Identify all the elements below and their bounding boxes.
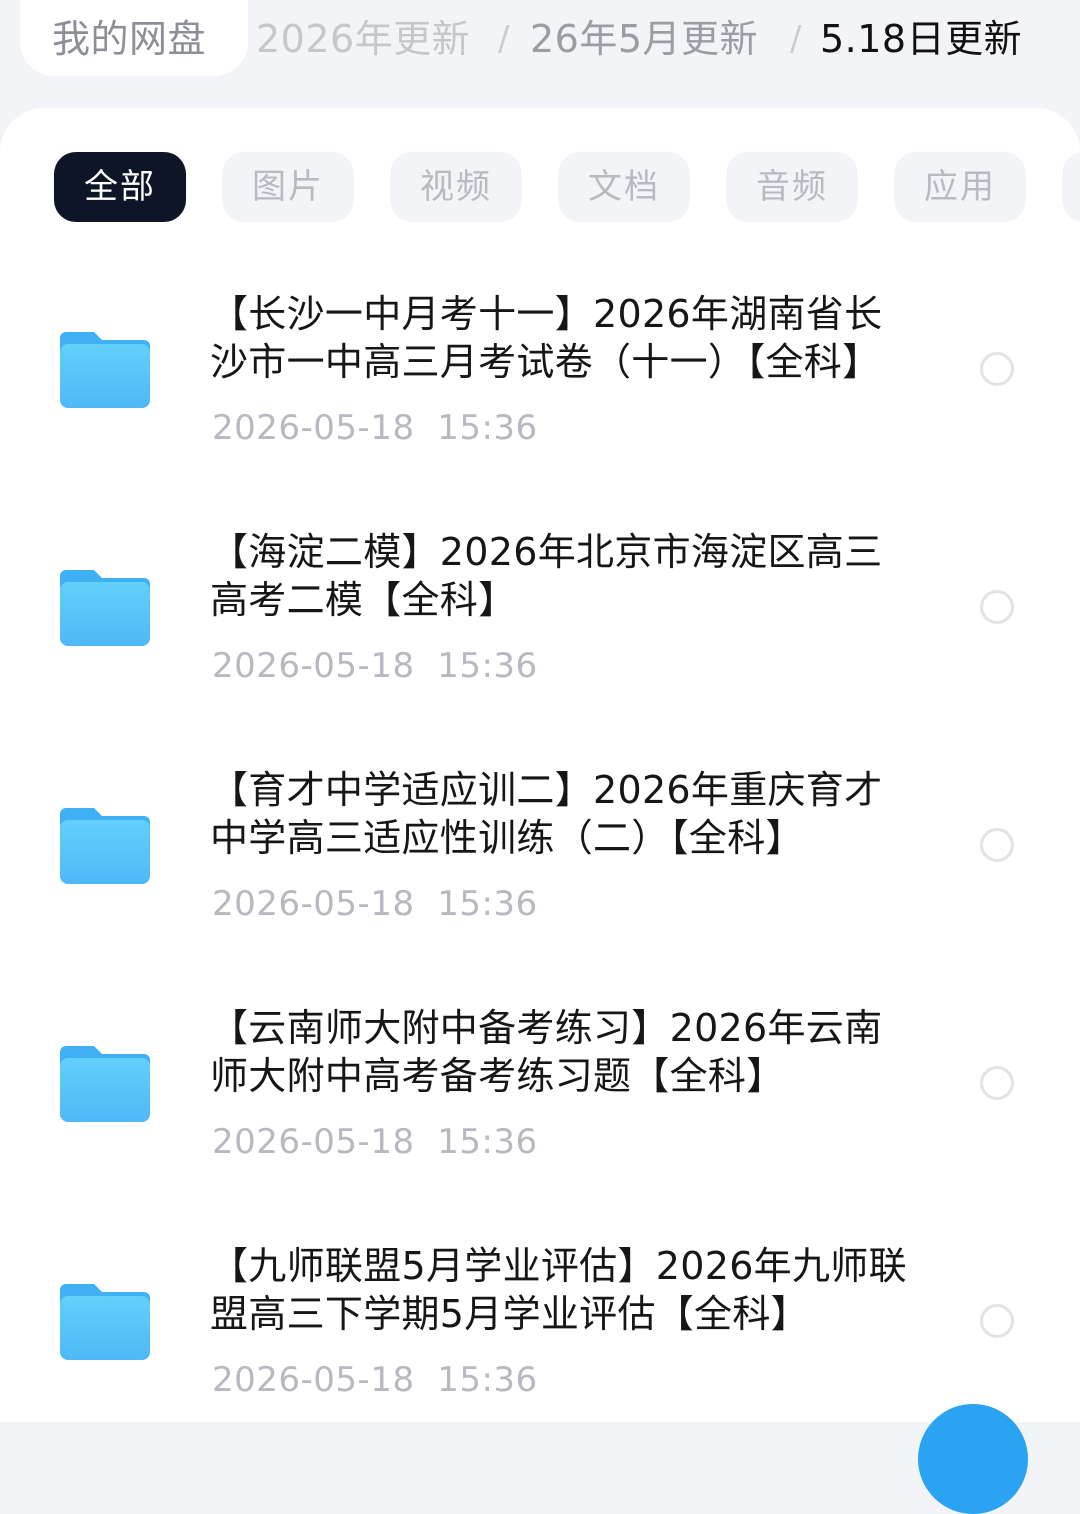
select-radio[interactable] xyxy=(980,1304,1014,1338)
folder-icon xyxy=(60,1284,150,1360)
file-row[interactable]: 【九师联盟5月学业评估】2026年九师联盟高三下学期5月学业评估【全科】 202… xyxy=(0,1236,1080,1422)
file-date: 2026-05-18 15:36 xyxy=(212,1122,538,1162)
breadcrumb-root[interactable]: 我的网盘 xyxy=(52,14,206,64)
file-name: 【育才中学适应训二】2026年重庆育才中学高三适应性训练（二）【全科】 xyxy=(210,768,883,860)
filter-chip-images[interactable]: 图片 xyxy=(222,152,354,222)
filter-chip-apps[interactable]: 应用 xyxy=(894,152,1026,222)
filter-chip-more[interactable] xyxy=(1062,152,1080,222)
file-row[interactable]: 【云南师大附中备考练习】2026年云南师大附中高考备考练习题【全科】 2026-… xyxy=(0,998,1080,1236)
file-list-card: 全部 图片 视频 文档 音频 应用 【长沙一中月考十一】2026年湖南省长沙市一… xyxy=(0,108,1080,1422)
file-name: 【九师联盟5月学业评估】2026年九师联盟高三下学期5月学业评估【全科】 xyxy=(210,1244,907,1336)
file-date: 2026-05-18 15:36 xyxy=(212,1360,538,1400)
file-name: 【长沙一中月考十一】2026年湖南省长沙市一中高三月考试卷（十一）【全科】 xyxy=(210,292,883,384)
filter-chip-documents[interactable]: 文档 xyxy=(558,152,690,222)
file-date: 2026-05-18 15:36 xyxy=(212,884,538,924)
folder-icon xyxy=(60,332,150,408)
breadcrumb-level2[interactable]: 26年5月更新 xyxy=(530,14,758,64)
select-radio[interactable] xyxy=(980,590,1014,624)
file-name: 【海淀二模】2026年北京市海淀区高三高考二模【全科】 xyxy=(210,530,883,622)
select-radio[interactable] xyxy=(980,352,1014,386)
filter-chip-videos[interactable]: 视频 xyxy=(390,152,522,222)
folder-icon xyxy=(60,1046,150,1122)
breadcrumb-level1[interactable]: 2026年更新 xyxy=(256,14,470,64)
file-date: 2026-05-18 15:36 xyxy=(212,646,538,686)
filter-chip-all[interactable]: 全部 xyxy=(54,152,186,222)
file-row[interactable]: 【海淀二模】2026年北京市海淀区高三高考二模【全科】 2026-05-18 1… xyxy=(0,522,1080,760)
file-name: 【云南师大附中备考练习】2026年云南师大附中高考备考练习题【全科】 xyxy=(210,1006,883,1098)
filter-chip-audio[interactable]: 音频 xyxy=(726,152,858,222)
select-radio[interactable] xyxy=(980,828,1014,862)
floating-action-button[interactable] xyxy=(918,1404,1028,1514)
folder-icon xyxy=(60,570,150,646)
select-radio[interactable] xyxy=(980,1066,1014,1100)
file-date: 2026-05-18 15:36 xyxy=(212,408,538,448)
breadcrumb-current: 5.18日更新 xyxy=(820,17,1023,61)
folder-icon xyxy=(60,808,150,884)
breadcrumb: 我的网盘 2026年更新 / 26年5月更新 / 5.18日更新 xyxy=(0,0,1080,80)
file-row[interactable]: 【育才中学适应训二】2026年重庆育才中学高三适应性训练（二）【全科】 2026… xyxy=(0,760,1080,998)
breadcrumb-separator: / xyxy=(790,19,802,59)
breadcrumb-separator: / xyxy=(498,19,510,59)
file-row[interactable]: 【长沙一中月考十一】2026年湖南省长沙市一中高三月考试卷（十一）【全科】 20… xyxy=(0,284,1080,522)
